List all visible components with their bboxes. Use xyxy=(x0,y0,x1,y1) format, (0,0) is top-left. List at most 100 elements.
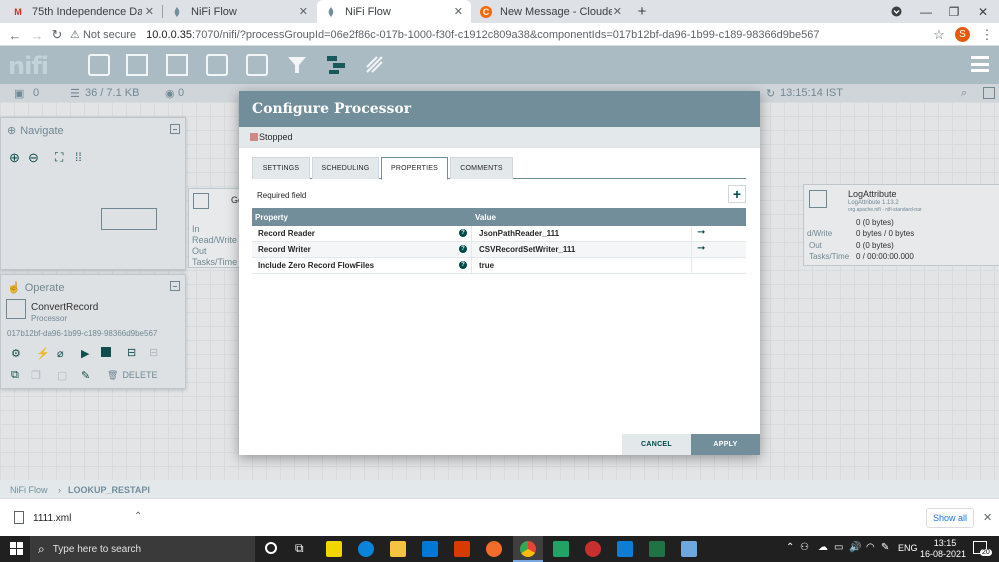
dialog-tabs: SETTINGS SCHEDULING PROPERTIES COMMENTS xyxy=(252,157,746,180)
wifi-icon[interactable]: ◠ xyxy=(866,542,875,553)
back-arrow-icon[interactable]: ← xyxy=(6,26,24,44)
close-icon[interactable]: ✕ xyxy=(145,5,154,18)
tab-search-icon[interactable] xyxy=(882,0,910,23)
column-value[interactable]: Value xyxy=(475,213,496,222)
stopped-icon xyxy=(250,133,258,141)
skype-icon[interactable] xyxy=(617,541,633,557)
tab-title: 75th Independence Day Quiz - s xyxy=(32,5,142,18)
table-row[interactable]: Include Zero Record FlowFiles ? true xyxy=(252,258,746,274)
property-value[interactable]: true xyxy=(479,261,494,270)
tray-up-icon[interactable]: ⌃ xyxy=(786,542,794,553)
show-all-button[interactable]: Show all xyxy=(926,508,974,528)
mail-icon[interactable] xyxy=(422,541,438,557)
property-value[interactable]: CSVRecordSetWriter_111 xyxy=(479,245,575,254)
chevron-up-icon[interactable]: ⌃ xyxy=(134,511,142,522)
language-indicator[interactable]: ENG xyxy=(898,543,918,553)
minimize-icon[interactable]: — xyxy=(912,0,940,23)
tab-title: NiFi Flow xyxy=(191,5,237,18)
label-icon[interactable] xyxy=(364,54,386,76)
restore-icon[interactable]: ❐ xyxy=(940,0,968,23)
sticky-notes-icon[interactable] xyxy=(326,541,342,557)
tab-title: NiFi Flow xyxy=(345,5,391,18)
download-filename[interactable]: 1111.xml xyxy=(33,513,71,524)
apply-button[interactable]: APPLY xyxy=(691,434,760,455)
property-value[interactable]: JsonPathReader_111 xyxy=(479,229,559,238)
battery-icon[interactable]: ▭ xyxy=(834,542,843,553)
profile-avatar[interactable]: S xyxy=(955,27,970,42)
clock-time[interactable]: 13:15 xyxy=(932,538,958,548)
tab-properties[interactable]: PROPERTIES xyxy=(381,157,448,180)
tab-comments[interactable]: COMMENTS xyxy=(450,157,513,179)
volume-icon[interactable]: 🔊 xyxy=(849,542,861,553)
more-menu-icon[interactable]: ⋮ xyxy=(978,26,996,44)
funnel-icon[interactable] xyxy=(286,54,308,76)
notification-count-badge: 20 xyxy=(980,549,992,556)
tab-settings[interactable]: SETTINGS xyxy=(252,157,310,179)
column-property[interactable]: Property xyxy=(255,213,288,222)
nifi-logo: nifi xyxy=(8,52,49,80)
chat-icon[interactable] xyxy=(553,541,569,557)
pen-icon[interactable]: ✎ xyxy=(881,542,889,553)
url-input[interactable]: ⚠ Not secure 10.0.0.35:7070/nifi/?proces… xyxy=(70,25,950,44)
cloud-icon[interactable]: ☁ xyxy=(818,542,828,553)
forward-arrow-icon[interactable]: → xyxy=(28,26,46,44)
remote-process-group-icon[interactable] xyxy=(246,54,268,76)
add-property-button[interactable]: + xyxy=(728,185,746,203)
cloudera-icon: C xyxy=(480,5,492,18)
close-icon[interactable]: ✕ xyxy=(983,511,992,524)
file-icon xyxy=(14,511,24,524)
excel-icon[interactable] xyxy=(649,541,665,557)
new-tab-button[interactable]: + xyxy=(628,0,656,23)
reload-icon[interactable]: ↻ xyxy=(48,26,66,44)
bookmark-star-icon[interactable]: ☆ xyxy=(930,26,948,44)
dialog-header: Configure Processor xyxy=(239,91,760,127)
clock-date[interactable]: 16-08-2021 xyxy=(920,549,966,559)
download-bar: 1111.xml ⌃ Show all ✕ xyxy=(0,498,999,536)
tab-title: New Message - Cloudera Comm xyxy=(500,5,612,18)
processor-icon[interactable] xyxy=(88,54,110,76)
output-port-icon[interactable] xyxy=(166,54,188,76)
windows-start-icon[interactable] xyxy=(10,542,23,558)
chrome-icon xyxy=(520,541,536,557)
not-secure-indicator[interactable]: ⚠ Not secure xyxy=(70,28,136,41)
breadcrumb-root[interactable]: NiFi Flow xyxy=(10,485,48,495)
people-icon[interactable]: ⚇ xyxy=(800,542,809,553)
table-row[interactable]: Record Reader ? JsonPathReader_111 ➞ xyxy=(252,226,746,242)
property-name: Record Writer xyxy=(258,245,311,254)
taskbar-search-input[interactable]: ⌕ Type here to search xyxy=(30,536,255,562)
notepad-icon[interactable] xyxy=(681,541,697,557)
window-close-icon[interactable]: ✕ xyxy=(969,0,997,23)
postman-icon[interactable] xyxy=(486,541,502,557)
browser-tab-bar: M 75th Independence Day Quiz - s ✕ NiFi … xyxy=(0,0,999,23)
browser-tab-quiz[interactable]: M 75th Independence Day Quiz - s ✕ xyxy=(4,0,162,23)
close-icon[interactable]: ✕ xyxy=(613,5,622,18)
browser-tab-nifi-active[interactable]: NiFi Flow ✕ xyxy=(317,0,471,23)
nifi-favicon-icon xyxy=(325,6,337,18)
browser-tab-cloudera[interactable]: C New Message - Cloudera Comm ✕ xyxy=(472,0,630,23)
file-explorer-icon[interactable] xyxy=(390,541,406,557)
help-icon[interactable]: ? xyxy=(459,229,467,237)
input-port-icon[interactable] xyxy=(126,54,148,76)
browser-tab-nifi[interactable]: NiFi Flow ✕ xyxy=(163,0,316,23)
chrome-taskbar-button[interactable] xyxy=(513,536,543,562)
search-icon: ⌕ xyxy=(38,541,45,556)
app-icon[interactable] xyxy=(585,541,601,557)
template-icon[interactable] xyxy=(325,54,347,76)
process-group-icon[interactable] xyxy=(206,54,228,76)
breadcrumb-current[interactable]: LOOKUP_RESTAPI xyxy=(68,485,150,495)
close-icon[interactable]: ✕ xyxy=(454,5,463,18)
close-icon[interactable]: ✕ xyxy=(299,5,308,18)
office-icon[interactable] xyxy=(454,541,470,557)
cancel-button[interactable]: CANCEL xyxy=(622,434,691,455)
table-row[interactable]: Record Writer ? CSVRecordSetWriter_111 ➞ xyxy=(252,242,746,258)
cortana-icon[interactable] xyxy=(265,542,277,554)
goto-arrow-icon[interactable]: ➞ xyxy=(697,227,705,238)
status-label: Stopped xyxy=(259,132,293,142)
edge-icon[interactable] xyxy=(358,541,374,557)
task-view-icon[interactable]: ⧉ xyxy=(295,541,304,556)
global-menu-icon[interactable] xyxy=(971,56,989,72)
tab-scheduling[interactable]: SCHEDULING xyxy=(312,157,379,179)
goto-arrow-icon[interactable]: ➞ xyxy=(697,243,705,254)
help-icon[interactable]: ? xyxy=(459,261,467,269)
help-icon[interactable]: ? xyxy=(459,245,467,253)
